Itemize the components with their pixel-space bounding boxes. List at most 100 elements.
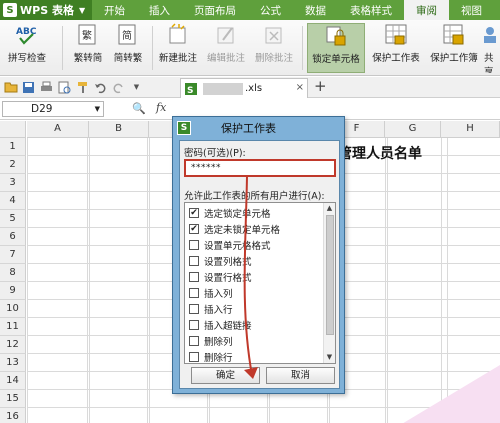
checkbox-checked[interactable]: ✔ — [189, 207, 199, 218]
menu-tab-formulas[interactable]: 公式 — [248, 0, 293, 20]
checkbox[interactable] — [189, 351, 199, 362]
permission-option[interactable]: 插入列 — [189, 285, 233, 300]
row-header[interactable]: 12 — [0, 336, 26, 354]
checkbox[interactable] — [189, 319, 199, 330]
undo-icon[interactable] — [93, 80, 108, 95]
row-header[interactable]: 7 — [0, 246, 26, 264]
column-header[interactable]: H — [441, 121, 500, 138]
ribbon-divider — [302, 26, 303, 70]
row-header[interactable]: 11 — [0, 318, 26, 336]
column-header[interactable]: G — [385, 121, 441, 138]
cancel-button[interactable]: 取消 — [266, 367, 335, 384]
simp-to-trad-button[interactable]: 简 简转繁 — [110, 23, 146, 73]
checkbox[interactable] — [189, 239, 199, 250]
protect-workbook-button[interactable]: 保护工作簿 — [426, 23, 482, 73]
row-header[interactable]: 14 — [0, 372, 26, 390]
function-icon[interactable]: fx — [156, 101, 166, 114]
permission-option[interactable]: ✔ 选定未锁定单元格 — [189, 221, 280, 236]
menu-tab-table-style[interactable]: 表格样式 — [338, 0, 404, 20]
svg-text:繁: 繁 — [82, 29, 92, 42]
sheet-title-cell[interactable]: 管理人员名单 — [338, 143, 422, 163]
save-icon[interactable] — [21, 80, 36, 95]
redo-icon[interactable] — [111, 80, 126, 95]
row-header[interactable]: 9 — [0, 282, 26, 300]
permission-option[interactable]: 设置单元格格式 — [189, 237, 271, 252]
row-header[interactable]: 8 — [0, 264, 26, 282]
document-extension: .xls — [245, 83, 263, 94]
protect-sheet-button[interactable]: 保护工作表 — [368, 23, 424, 73]
ok-button[interactable]: 确定 — [191, 367, 260, 384]
name-box[interactable]: D29 ▼ — [2, 101, 104, 117]
document-tab[interactable]: S .xls × — [180, 78, 308, 98]
app-menu-button[interactable]: S WPS 表格 ▼ — [0, 0, 92, 20]
chevron-down-icon: ▼ — [78, 5, 86, 15]
dialog-title-bar[interactable]: S 保护工作表 — [173, 117, 344, 139]
row-header[interactable]: 16 — [0, 408, 26, 423]
row-header[interactable]: 10 — [0, 300, 26, 318]
menu-bar: S WPS 表格 ▼ 开始 插入 页面布局 公式 数据 表格样式 审阅 视图 — [0, 0, 500, 20]
simp-to-trad-label: 简转繁 — [113, 53, 143, 64]
zoom-icon[interactable]: 🔍 — [132, 102, 146, 115]
permission-label: 选定未锁定单元格 — [204, 224, 281, 236]
row-header[interactable]: 3 — [0, 174, 26, 192]
menu-tab-page-layout[interactable]: 页面布局 — [182, 0, 248, 20]
row-header[interactable]: 13 — [0, 354, 26, 372]
row-header[interactable]: 2 — [0, 156, 26, 174]
permission-option[interactable]: ✔ 选定锁定单元格 — [189, 205, 271, 220]
row-header[interactable]: 15 — [0, 390, 26, 408]
password-field[interactable]: ****** — [184, 159, 336, 177]
print-preview-icon[interactable] — [57, 80, 72, 95]
chevron-down-icon[interactable]: ▼ — [324, 352, 335, 363]
checkbox-checked[interactable]: ✔ — [189, 223, 199, 234]
scrollbar-thumb[interactable] — [326, 215, 334, 335]
chevron-up-icon[interactable]: ▲ — [324, 203, 335, 214]
delete-comment-icon — [262, 23, 286, 47]
checkbox[interactable] — [189, 287, 199, 298]
spellcheck-button[interactable]: ABC 拼写检查 — [6, 23, 48, 73]
row-header[interactable]: 5 — [0, 210, 26, 228]
checkbox[interactable] — [189, 271, 199, 282]
new-tab-plus-icon[interactable]: + — [314, 77, 327, 95]
menu-tab-review[interactable]: 审阅 — [404, 0, 449, 20]
permission-option[interactable]: 删除列 — [189, 333, 233, 348]
row-header[interactable]: 1 — [0, 138, 26, 156]
permission-option[interactable]: 插入行 — [189, 301, 233, 316]
checkbox[interactable] — [189, 303, 199, 314]
menu-tab-view[interactable]: 视图 — [449, 0, 494, 20]
permission-option[interactable]: 删除行 — [189, 349, 233, 363]
column-header[interactable]: B — [89, 121, 149, 138]
permissions-scrollbar[interactable]: ▲ ▼ — [323, 203, 335, 363]
permission-label: 设置行格式 — [204, 272, 252, 284]
protect-workbook-icon — [442, 23, 466, 47]
lock-cell-button[interactable]: 锁定单元格 — [307, 23, 365, 73]
format-painter-icon[interactable] — [75, 80, 90, 95]
column-gridline — [385, 138, 386, 423]
new-comment-button[interactable]: 新建批注 — [156, 23, 200, 73]
xls-file-icon: S — [185, 82, 197, 95]
column-header[interactable]: A — [27, 121, 89, 138]
ribbon-divider — [152, 26, 153, 70]
permission-option[interactable]: 设置列格式 — [189, 253, 252, 268]
close-icon[interactable]: × — [296, 82, 304, 93]
menu-tab-data[interactable]: 数据 — [293, 0, 338, 20]
select-all-corner[interactable] — [0, 121, 26, 138]
spellcheck-icon: ABC — [15, 23, 39, 47]
permission-option[interactable]: 插入超链接 — [189, 317, 252, 332]
share-button[interactable]: 共享 — [484, 23, 500, 73]
menu-tab-insert[interactable]: 插入 — [137, 0, 182, 20]
app-name: WPS 表格 — [20, 4, 74, 17]
column-gridline — [89, 138, 90, 423]
checkbox[interactable] — [189, 255, 199, 266]
trad-to-simp-button[interactable]: 繁 繁转简 — [70, 23, 106, 73]
edit-comment-button[interactable]: 编辑批注 — [204, 23, 248, 73]
folder-open-icon[interactable] — [3, 80, 18, 95]
edit-comment-icon — [214, 23, 238, 47]
menu-tab-home[interactable]: 开始 — [92, 0, 137, 20]
row-header[interactable]: 4 — [0, 192, 26, 210]
row-header[interactable]: 6 — [0, 228, 26, 246]
checkbox[interactable] — [189, 335, 199, 346]
delete-comment-button[interactable]: 删除批注 — [252, 23, 296, 73]
print-icon[interactable] — [39, 80, 54, 95]
chevron-down-icon[interactable]: ▼ — [129, 80, 144, 95]
permission-option[interactable]: 设置行格式 — [189, 269, 252, 284]
